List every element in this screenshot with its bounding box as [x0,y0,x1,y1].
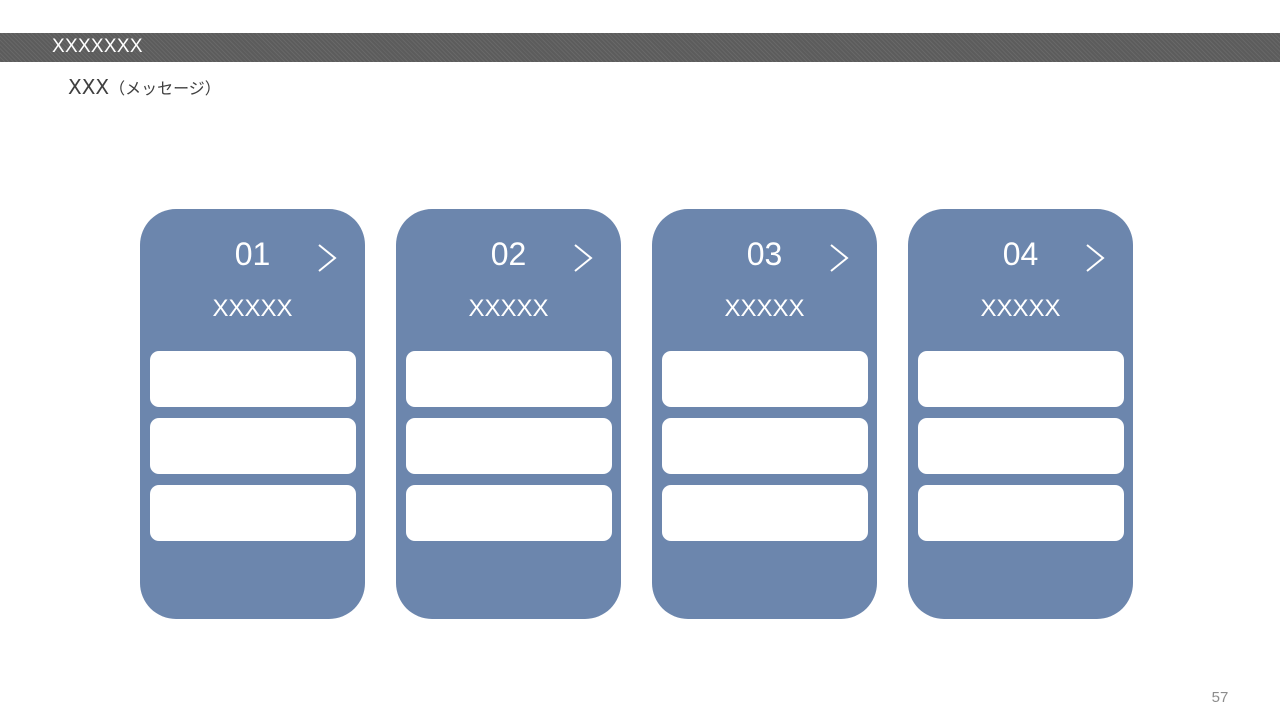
slide-title: XXXXXXX [52,36,143,57]
content-box [918,418,1124,474]
chevron-right-icon [318,244,337,272]
step-card-01: 01 XXXXX [140,209,365,619]
step-label: XXXXX [980,295,1061,322]
chevron-right-icon [574,244,593,272]
content-box [662,485,868,541]
content-box [150,418,356,474]
page-number: 57 [1211,689,1229,706]
slide-subtitle: XXX（メッセージ） [68,75,221,101]
step-card-03: 03 XXXXX [652,209,877,619]
subtitle-message: （メッセージ） [109,79,221,98]
content-box [406,418,612,474]
content-box [406,351,612,407]
step-label: XXXXX [724,295,805,322]
step-card-02: 02 XXXXX [396,209,621,619]
content-box [150,351,356,407]
step-label: XXXXX [212,295,293,322]
step-card-04: 04 XXXXX [908,209,1133,619]
subtitle-main: XXX [68,75,110,99]
content-box [406,485,612,541]
content-box [150,485,356,541]
content-box [918,485,1124,541]
chevron-right-icon [830,244,849,272]
content-box [918,351,1124,407]
title-bar: XXXXXXX [0,33,1280,62]
step-label: XXXXX [468,295,549,322]
content-box [662,418,868,474]
chevron-right-icon [1086,244,1105,272]
content-box [662,351,868,407]
